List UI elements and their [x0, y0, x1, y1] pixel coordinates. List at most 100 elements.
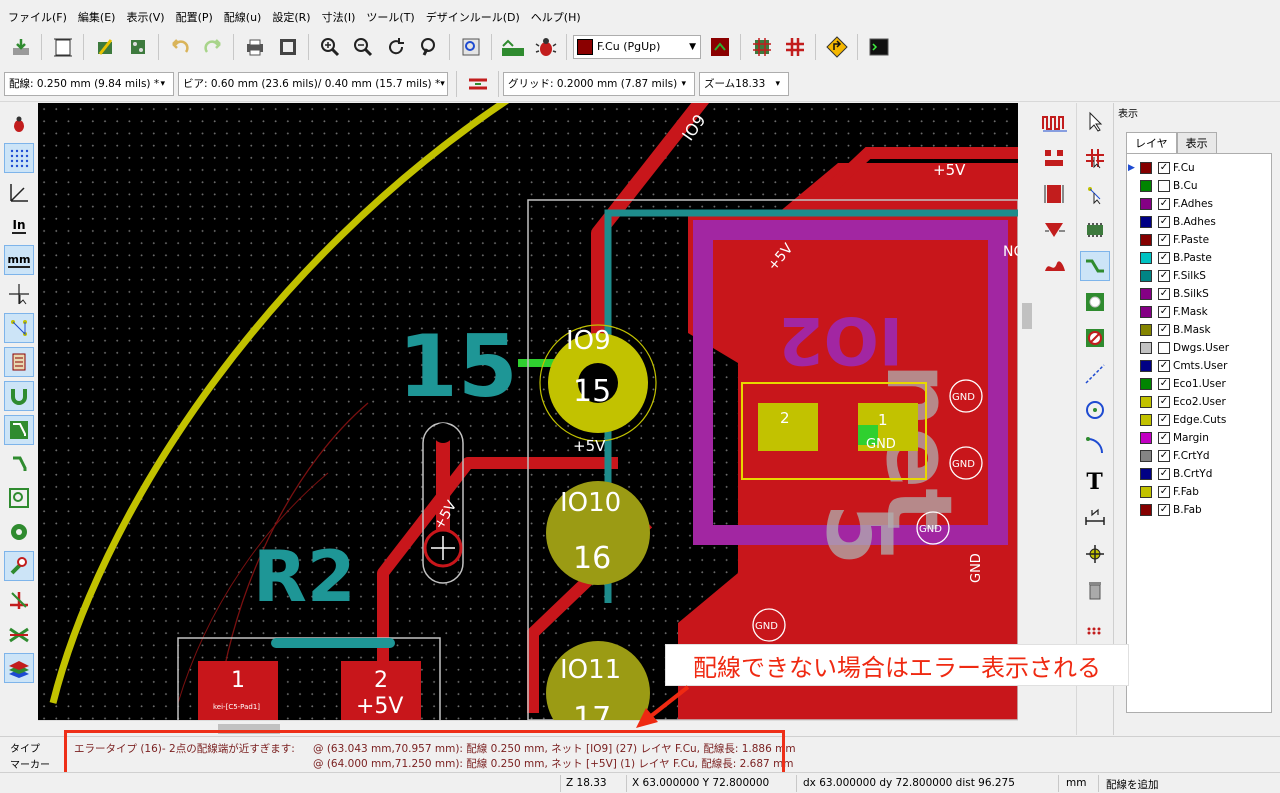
menu-tools[interactable]: ツール(T) [363, 7, 417, 27]
layer-color-swatch[interactable] [1140, 324, 1152, 336]
layer-row[interactable]: ✓ Margin [1127, 429, 1271, 447]
microwave-polygon-icon[interactable] [1040, 251, 1070, 281]
layer-row[interactable]: ✓ F.CrtYd [1127, 447, 1271, 465]
layer-visibility-checkbox[interactable]: ✓ [1158, 234, 1170, 246]
layer-row[interactable]: ✓ Eco1.User [1127, 375, 1271, 393]
netlist-icon[interactable] [498, 32, 527, 61]
delete-trash-icon[interactable] [1080, 575, 1110, 605]
grid-select[interactable]: グリッド: 0.2000 mm (7.87 mils) ▾ [503, 71, 695, 96]
layer-color-swatch[interactable] [1140, 216, 1152, 228]
find-icon[interactable] [456, 32, 485, 61]
layer-visibility-checkbox[interactable]: ✓ [1158, 270, 1170, 282]
select-arrow-icon[interactable] [1080, 107, 1110, 137]
microwave-arc-stub-icon[interactable] [1040, 215, 1070, 245]
plot-icon[interactable] [273, 32, 302, 61]
layer-row[interactable]: ✓ B.Paste [1127, 249, 1271, 267]
layer-row[interactable]: B.Cu [1127, 177, 1271, 195]
highlight-net-icon[interactable] [1080, 143, 1110, 173]
layer-visibility-checkbox[interactable] [1158, 342, 1170, 354]
layer-visibility-checkbox[interactable]: ✓ [1158, 324, 1170, 336]
layer-row[interactable]: ✓ Cmts.User [1127, 357, 1271, 375]
layer-color-swatch[interactable] [1140, 342, 1152, 354]
ratsnest-icon[interactable] [4, 313, 34, 343]
layer-visibility-checkbox[interactable]: ✓ [1158, 378, 1170, 390]
layer-visibility-checkbox[interactable]: ✓ [1158, 288, 1170, 300]
add-target-icon[interactable] [1080, 539, 1110, 569]
layer-manager-icon[interactable] [4, 653, 34, 683]
layer-selector[interactable]: F.Cu (PgUp) ▼ [573, 34, 701, 59]
menu-help[interactable]: ヘルプ(H) [528, 7, 584, 27]
layer-visibility-checkbox[interactable]: ✓ [1158, 216, 1170, 228]
drc-off-icon[interactable] [4, 109, 34, 139]
layer-color-swatch[interactable] [1140, 180, 1152, 192]
layer-color-swatch[interactable] [1140, 486, 1152, 498]
footprint-library-icon[interactable] [123, 32, 152, 61]
zoom-out-icon[interactable] [348, 32, 377, 61]
save-icon[interactable] [6, 32, 35, 61]
track-grid-icon[interactable] [780, 32, 809, 61]
layer-visibility-checkbox[interactable]: ✓ [1158, 486, 1170, 498]
layer-visibility-checkbox[interactable]: ✓ [1158, 198, 1170, 210]
layer-color-swatch[interactable] [1140, 396, 1152, 408]
redo-icon[interactable] [198, 32, 227, 61]
layer-color-swatch[interactable] [1140, 414, 1152, 426]
add-circle-icon[interactable] [1080, 395, 1110, 425]
layer-row[interactable]: ✓ F.Paste [1127, 231, 1271, 249]
add-footprint-icon[interactable] [1080, 215, 1110, 245]
undo-icon[interactable] [165, 32, 194, 61]
footprint-editor-icon[interactable] [90, 32, 119, 61]
menu-view[interactable]: 表示(V) [123, 7, 167, 27]
route-track-icon[interactable] [1079, 251, 1110, 281]
grid-origin-icon[interactable] [1080, 611, 1110, 641]
layer-visibility-checkbox[interactable]: ✓ [1158, 360, 1170, 372]
keepout-icon[interactable] [1080, 323, 1110, 353]
zone-sketch-icon[interactable] [4, 483, 34, 513]
high-contrast-icon[interactable] [4, 619, 34, 649]
layer-row[interactable]: ✓ F.SilkS [1127, 267, 1271, 285]
layer-row[interactable]: ✓ F.Mask [1127, 303, 1271, 321]
pad-sketch-icon[interactable] [4, 517, 34, 547]
layer-color-swatch[interactable] [1140, 360, 1152, 372]
zoom-fit-icon[interactable] [414, 32, 443, 61]
add-dimension-icon[interactable] [1080, 503, 1110, 533]
module-ratsnest-icon[interactable] [4, 347, 34, 377]
microwave-line-icon[interactable] [1040, 107, 1070, 137]
layer-color-swatch[interactable] [1140, 504, 1152, 516]
layer-row[interactable]: ▶ ✓ F.Cu [1127, 159, 1271, 177]
tab-layers[interactable]: レイヤ [1126, 132, 1177, 153]
layer-row[interactable]: ✓ B.Mask [1127, 321, 1271, 339]
layer-color-swatch[interactable] [1140, 432, 1152, 444]
menu-file[interactable]: ファイル(F) [5, 7, 70, 27]
pcb-canvas[interactable]: net 5 IO2 15 R2 IO9 15 IO10 16 IO11 17 I… [38, 103, 1018, 720]
layer-visibility-checkbox[interactable]: ✓ [1158, 414, 1170, 426]
layer-color-swatch[interactable] [1140, 234, 1152, 246]
zoom-select[interactable]: ズーム18.33 ▾ [699, 71, 789, 96]
layer-color-swatch[interactable] [1140, 270, 1152, 282]
layer-row[interactable]: ✓ B.Fab [1127, 501, 1271, 519]
units-mm-icon[interactable]: mm [4, 245, 34, 275]
cursor-shape-icon[interactable] [4, 279, 34, 309]
layer-pair-icon[interactable] [705, 32, 734, 61]
layer-visibility-checkbox[interactable]: ✓ [1158, 162, 1170, 174]
layer-row[interactable]: ✓ Edge.Cuts [1127, 411, 1271, 429]
via-sketch-icon[interactable] [4, 551, 34, 581]
layer-row[interactable]: ✓ B.Adhes [1127, 213, 1271, 231]
zone-outline-icon[interactable] [4, 449, 34, 479]
layer-color-swatch[interactable] [1140, 378, 1152, 390]
layer-row[interactable]: ✓ F.Adhes [1127, 195, 1271, 213]
zone-fill-icon[interactable] [4, 415, 34, 445]
menu-place[interactable]: 配置(P) [173, 7, 216, 27]
layer-visibility-checkbox[interactable]: ✓ [1158, 252, 1170, 264]
auto-track-width-icon[interactable] [463, 69, 492, 98]
layer-visibility-checkbox[interactable]: ✓ [1158, 396, 1170, 408]
menu-edit[interactable]: 編集(E) [75, 7, 119, 27]
layer-visibility-checkbox[interactable]: ✓ [1158, 432, 1170, 444]
layer-visibility-checkbox[interactable]: ✓ [1158, 504, 1170, 516]
menu-preferences[interactable]: 設定(R) [269, 7, 313, 27]
menu-design-rules[interactable]: デザインルール(D) [423, 7, 523, 27]
layer-visibility-checkbox[interactable]: ✓ [1158, 450, 1170, 462]
layer-color-swatch[interactable] [1140, 252, 1152, 264]
layer-color-swatch[interactable] [1140, 450, 1152, 462]
grid-toggle-icon[interactable] [4, 143, 34, 173]
track-width-select[interactable]: 配線: 0.250 mm (9.84 mils) * ▾ [4, 71, 174, 96]
